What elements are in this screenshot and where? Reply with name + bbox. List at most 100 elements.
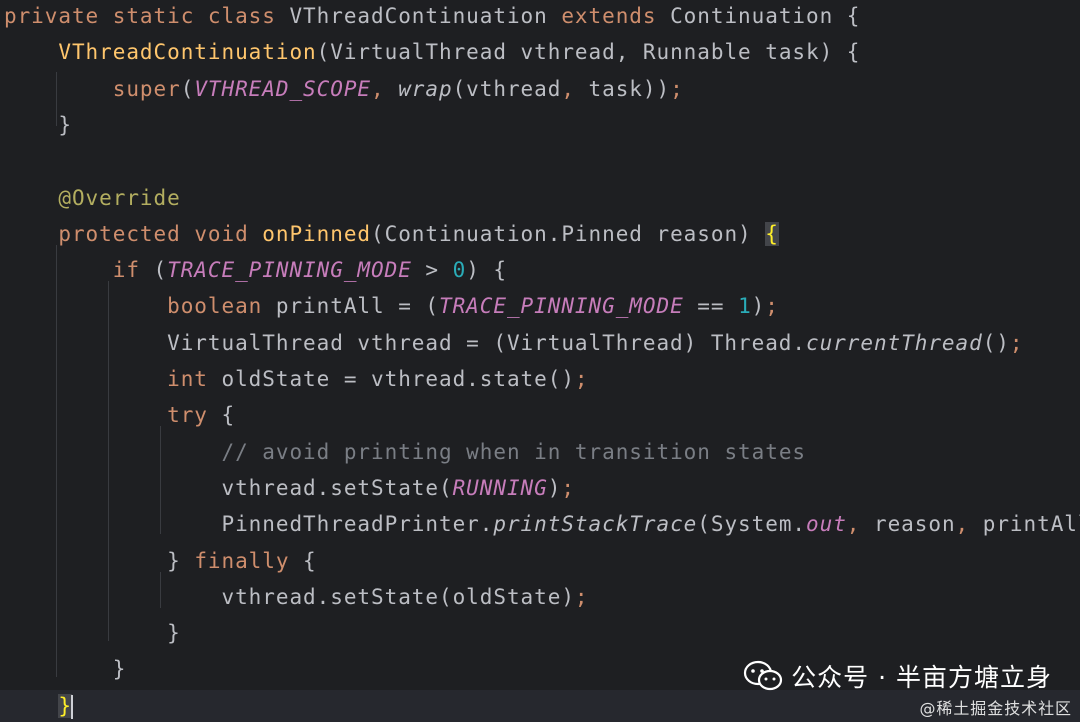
code-token: VThreadContinuation <box>275 4 562 28</box>
code-line[interactable]: int oldState = vthread.state(); <box>4 363 589 399</box>
code-token: currentThread <box>806 330 983 355</box>
code-token: , <box>955 512 983 537</box>
code-token: ; <box>561 475 575 500</box>
code-line[interactable]: } <box>4 653 126 689</box>
code-token: out <box>806 512 847 537</box>
code-token: == <box>683 294 739 319</box>
watermark: 公众号 · 半亩方塘立身 <box>743 658 1052 694</box>
code-token: boolean <box>167 294 263 319</box>
code-token: (Continuation.Pinned reason) <box>371 221 766 246</box>
code-line[interactable]: // avoid printing when in transition sta… <box>4 436 806 472</box>
code-line[interactable]: vthread.setState(oldState); <box>4 581 589 617</box>
code-token: 0 <box>452 258 467 283</box>
wechat-icon <box>744 660 783 691</box>
code-token: , <box>846 512 874 537</box>
code-token: RUNNING <box>452 475 548 500</box>
code-line[interactable]: } <box>0 689 1080 722</box>
code-token: ; <box>765 294 779 319</box>
code-token: { <box>289 548 317 573</box>
code-token: ) <box>751 294 766 319</box>
code-token: ) { <box>466 258 507 283</box>
code-token: ( <box>139 258 168 283</box>
code-token: TRACE_PINNING_MODE <box>439 294 684 319</box>
code-token: oldState = vthread.state() <box>207 367 575 391</box>
site-credit: @稀土掘金技术社区 <box>919 699 1072 718</box>
code-line[interactable]: } finally { <box>4 545 317 581</box>
code-token: , <box>371 76 399 101</box>
code-editor[interactable]: private static class VThreadContinuation… <box>0 0 1080 722</box>
code-line[interactable]: } <box>4 617 181 653</box>
text-caret <box>70 694 73 719</box>
code-token: } <box>4 548 195 573</box>
code-token: if <box>112 258 140 283</box>
code-token: vthread.setState( <box>4 475 453 500</box>
code-token: Continuation { <box>656 4 861 28</box>
code-line[interactable]: VirtualThread vthread = (VirtualThread) … <box>4 327 1024 363</box>
code-line[interactable]: try { <box>4 399 235 435</box>
code-token: 1 <box>738 294 752 319</box>
code-token: wrap <box>398 76 453 101</box>
code-token: finally <box>194 548 290 573</box>
code-line[interactable]: boolean printAll = (TRACE_PINNING_MODE =… <box>4 290 779 326</box>
code-token: void <box>194 221 249 246</box>
code-token: printAll) <box>982 512 1080 537</box>
code-line[interactable]: private static class VThreadContinuation… <box>4 0 860 36</box>
code-token: (System. <box>697 512 807 537</box>
code-token: ; <box>574 367 589 391</box>
code-token: VTHREAD_SCOPE <box>194 76 372 101</box>
code-token: ; <box>1009 330 1024 355</box>
code-token: printStackTrace <box>493 512 698 537</box>
code-line[interactable]: super(VTHREAD_SCOPE, wrap(vthread, task)… <box>4 73 684 109</box>
code-token: static <box>112 4 195 28</box>
code-token: VirtualThread vthread = (VirtualThread) … <box>4 330 806 355</box>
code-line[interactable]: } <box>4 109 72 145</box>
code-token: > <box>411 258 453 283</box>
code-line[interactable]: @Override <box>4 182 181 218</box>
code-token: () <box>982 330 1010 355</box>
code-line[interactable]: PinnedThreadPrinter.printStackTrace(Syst… <box>4 508 1080 544</box>
code-line[interactable]: protected void onPinned(Continuation.Pin… <box>4 218 779 254</box>
code-token: private <box>4 4 100 28</box>
code-token: int <box>167 367 208 391</box>
code-token: protected <box>58 221 181 246</box>
code-token: ) <box>547 475 562 500</box>
code-token: { <box>765 221 779 246</box>
code-token: extends <box>561 4 657 28</box>
code-token: try <box>167 403 208 428</box>
code-token: } <box>4 657 127 682</box>
code-token: task)) <box>588 76 671 101</box>
code-token: ; <box>670 76 684 101</box>
code-line[interactable]: if (TRACE_PINNING_MODE > 0) { <box>4 254 507 290</box>
code-token: printAll = ( <box>262 294 439 319</box>
code-token: @Override <box>58 185 181 210</box>
code-token: } <box>58 693 72 718</box>
code-token: ( <box>180 76 195 101</box>
watermark-text: 公众号 · 半亩方塘立身 <box>791 663 1052 692</box>
code-token: class <box>207 4 276 28</box>
code-token: onPinned <box>262 221 372 246</box>
code-token: ; <box>574 584 589 609</box>
code-token: VThreadContinuation <box>58 40 317 65</box>
code-token: , <box>561 76 589 101</box>
code-token: vthread.setState(oldState) <box>4 584 575 609</box>
code-token: } <box>4 112 72 137</box>
code-line[interactable]: vthread.setState(RUNNING); <box>4 472 575 508</box>
code-line[interactable]: VThreadContinuation(VirtualThread vthrea… <box>4 36 860 72</box>
code-token: } <box>4 621 181 646</box>
code-token: reason <box>873 512 956 537</box>
code-token: super <box>112 76 181 101</box>
